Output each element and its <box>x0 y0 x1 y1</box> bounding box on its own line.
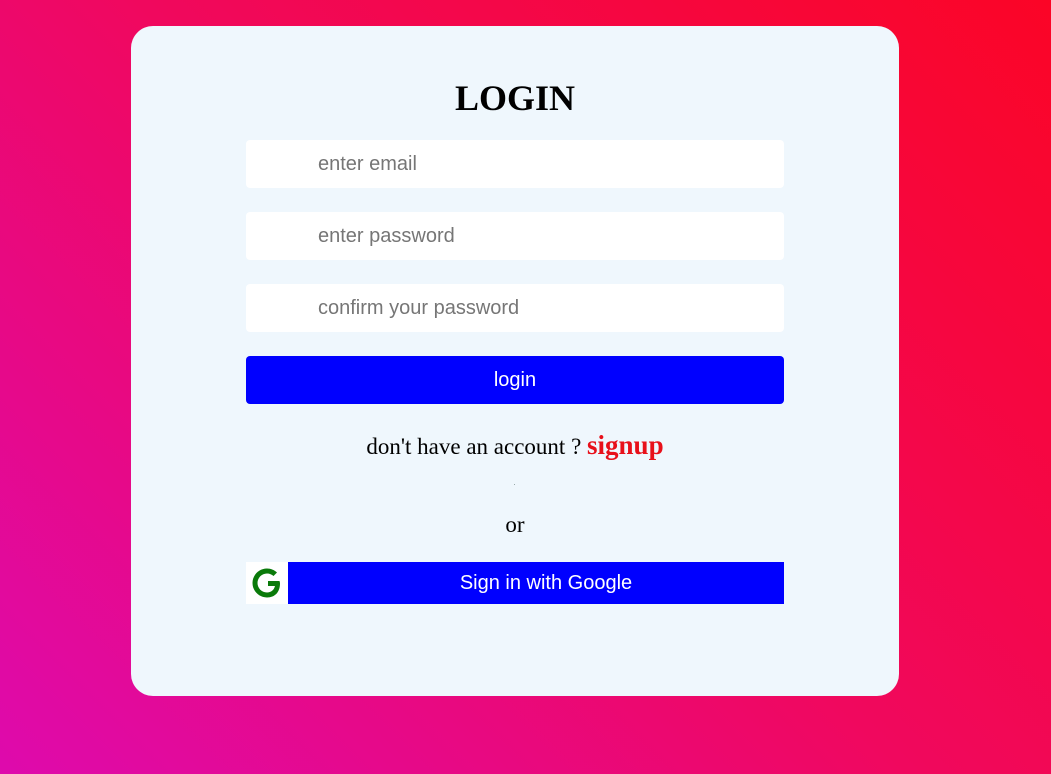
password-field[interactable] <box>246 212 784 260</box>
account-prompt-text: don't have an account ? <box>366 434 582 459</box>
email-field[interactable] <box>246 140 784 188</box>
signup-prompt: don't have an account ? signup <box>131 430 899 462</box>
google-signin-label: Sign in with Google <box>459 571 633 594</box>
login-card: LOGIN login don't have an account ? sign… <box>131 26 899 696</box>
login-button[interactable]: login <box>246 356 784 404</box>
google-signin-button[interactable]: Sign in with Google <box>246 562 784 604</box>
google-g-icon <box>246 562 288 604</box>
divider-dot <box>514 484 515 485</box>
signup-link[interactable]: signup <box>587 430 664 460</box>
page-title: LOGIN <box>454 78 576 118</box>
confirm-password-field[interactable] <box>246 284 784 332</box>
or-separator: or <box>505 512 525 537</box>
